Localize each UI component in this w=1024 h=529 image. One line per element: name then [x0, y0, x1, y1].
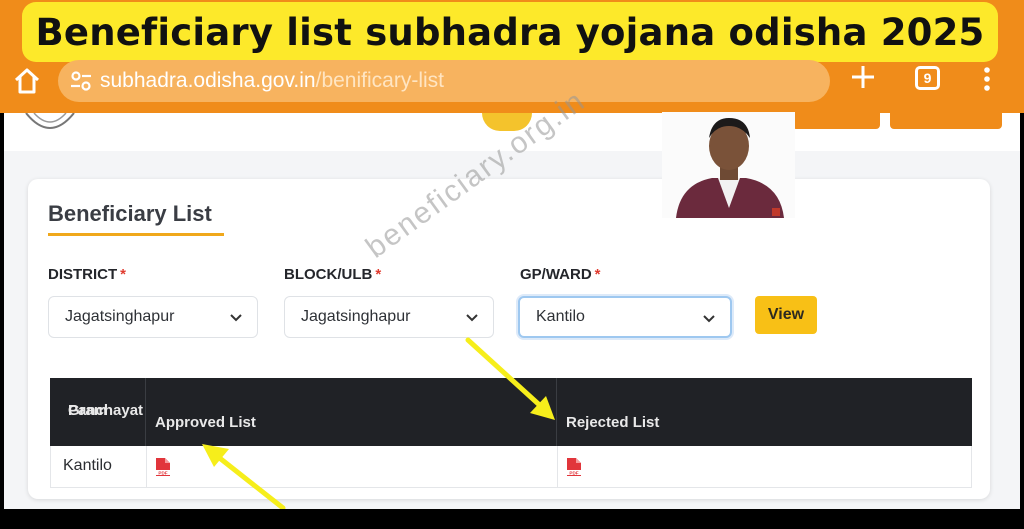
- chief-minister-photo: [662, 112, 795, 218]
- header-button-2[interactable]: [890, 113, 1002, 129]
- gp-ward-label: GP/WARD *: [520, 266, 601, 283]
- portrait-illustration: [662, 112, 795, 218]
- more-menu-icon[interactable]: [980, 64, 994, 94]
- header-gram-panchayat: Gram Panchayat: [50, 378, 146, 446]
- district-label: DISTRICT *: [48, 266, 127, 283]
- view-button[interactable]: View: [755, 296, 817, 334]
- government-emblem-icon: [25, 113, 75, 129]
- browser-toolbar: Beneficiary list subhadra yojana odisha …: [0, 0, 1024, 113]
- home-icon[interactable]: [12, 66, 42, 96]
- url-path: /benificary-list: [315, 69, 444, 92]
- gp-ward-select[interactable]: Kantilo: [518, 296, 732, 338]
- card-title: Beneficiary List: [48, 201, 212, 226]
- block-label: BLOCK/ULB *: [284, 266, 382, 283]
- title-underline: [48, 233, 224, 236]
- gp-ward-value: Kantilo: [536, 308, 585, 325]
- header-approved-list: Approved List: [146, 378, 557, 446]
- bottom-bar: [0, 509, 1024, 529]
- url-host: subhadra.odisha.gov.in: [100, 69, 316, 92]
- cell-gram-panchayat: Kantilo: [51, 446, 147, 487]
- header-button-1[interactable]: [792, 113, 880, 129]
- pdf-icon[interactable]: PDF: [566, 457, 582, 477]
- chevron-down-icon: [466, 314, 478, 322]
- table-row: Kantilo PDF PDF: [50, 446, 972, 488]
- block-value: Jagatsinghapur: [301, 308, 411, 325]
- title-banner: Beneficiary list subhadra yojana odisha …: [22, 2, 998, 62]
- address-bar[interactable]: subhadra.odisha.gov.in /benificary-list: [58, 60, 830, 102]
- table-header: Gram Panchayat Approved List Rejected Lis…: [50, 378, 972, 446]
- district-value: Jagatsinghapur: [65, 308, 175, 325]
- svg-text:PDF: PDF: [569, 470, 578, 475]
- chevron-down-icon: [230, 314, 242, 322]
- site-settings-icon[interactable]: [68, 68, 94, 94]
- cell-rejected-list: PDF: [558, 446, 972, 487]
- pdf-icon[interactable]: PDF: [155, 457, 171, 477]
- block-select[interactable]: Jagatsinghapur: [284, 296, 494, 338]
- cell-approved-list: PDF: [147, 446, 558, 487]
- district-select[interactable]: Jagatsinghapur: [48, 296, 258, 338]
- svg-text:PDF: PDF: [158, 470, 167, 475]
- header-rejected-list: Rejected List: [566, 414, 660, 431]
- new-tab-icon[interactable]: [848, 62, 878, 92]
- results-table: Gram Panchayat Approved List Rejected Lis…: [50, 378, 972, 488]
- tabs-icon[interactable]: 9: [915, 66, 940, 90]
- chevron-down-icon: [703, 315, 715, 323]
